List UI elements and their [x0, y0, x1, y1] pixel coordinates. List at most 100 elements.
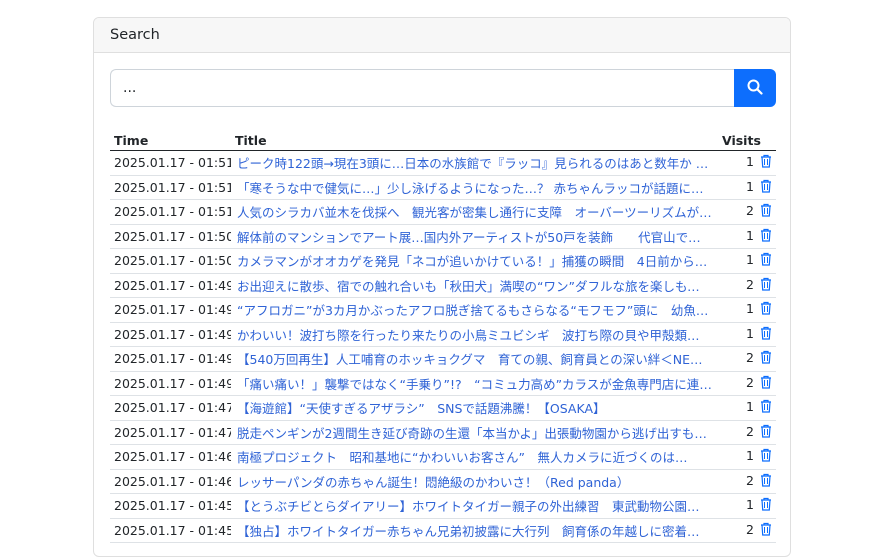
row-time: 2025.01.17 - 01:50 — [110, 248, 231, 274]
table-row: 2025.01.17 - 01:47 【海遊館】“天使すぎるアザラシ” SNSで話… — [110, 395, 776, 421]
search-input[interactable] — [110, 69, 734, 107]
row-title-cell: 【独占】ホワイトタイガー赤ちゃん兄弟初披露に大行列 飼育係の年越しに密着【めざ… — [231, 518, 716, 543]
row-visits: 2 — [746, 374, 754, 390]
row-title-link[interactable]: 南極プロジェクト 昭和基地に“かわいいお客さん” 無人カメラに近づくのは… — [235, 447, 712, 466]
row-visits: 1 — [746, 227, 754, 243]
row-visits-cell: 1 — [716, 297, 776, 323]
row-title-link[interactable]: 【独占】ホワイトタイガー赤ちゃん兄弟初披露に大行列 飼育係の年越しに密着【めざ… — [235, 521, 712, 540]
row-title-link[interactable]: レッサーパンダの赤ちゃん誕生！悶絶級のかわいさ！（Red panda） — [235, 472, 712, 491]
trash-icon[interactable] — [760, 473, 772, 490]
row-title-link[interactable]: 【とうぶチビとらダイアリー】ホワイトタイガー親子の外出練習 東武動物公園 公式Y… — [235, 496, 712, 515]
row-title-cell: かわいい！波打ち際を行ったり来たりの小鳥ミユビシギ 波打ち際の貝や甲殻類を食… — [231, 322, 716, 347]
row-time: 2025.01.17 - 01:51 — [110, 175, 231, 200]
row-time: 2025.01.17 - 01:45 — [110, 493, 231, 519]
row-title-cell: 【とうぶチビとらダイアリー】ホワイトタイガー親子の外出練習 東武動物公園 公式Y… — [231, 493, 716, 519]
row-title-link[interactable]: 脱走ペンギンが2週間生き延び奇跡の生還「本当かよ」出張動物園から逃げ出すも見… — [235, 423, 712, 442]
row-time: 2025.01.17 - 01:51 — [110, 199, 231, 225]
trash-icon[interactable] — [760, 203, 772, 220]
row-visits: 2 — [746, 521, 754, 537]
row-visits: 2 — [746, 472, 754, 488]
row-title-cell: 人気のシラカバ並木を伐採へ 観光客が密集し通行に支障 オーバーツーリズムが問… — [231, 199, 716, 225]
trash-icon[interactable] — [760, 399, 772, 416]
row-title-cell: “アフロガニ”が3カ月かぶったアフロ脱ぎ捨てるもさらなる“モフモフ”頭に 幼魚水… — [231, 297, 716, 323]
row-title-link[interactable]: ピーク時122頭→現在3頭に…日本の水族館で『ラッコ』見られるのはあと数年か 背… — [235, 153, 712, 172]
table-row: 2025.01.17 - 01:49 お出迎えに散歩、宿での触れ合いも「秋田犬」満… — [110, 273, 776, 298]
row-title-link[interactable]: 人気のシラカバ並木を伐採へ 観光客が密集し通行に支障 オーバーツーリズムが問… — [235, 202, 712, 221]
row-visits: 1 — [746, 497, 754, 513]
table-row: 2025.01.17 - 01:46 南極プロジェクト 昭和基地に“かわいいお客さ… — [110, 444, 776, 470]
trash-icon[interactable] — [760, 497, 772, 514]
trash-icon[interactable] — [760, 228, 772, 245]
row-title-cell: 「痛い痛い！」襲撃ではなく“手乗り”!? “コミュ力高め”カラスが金魚専門店に連… — [231, 371, 716, 396]
row-time: 2025.01.17 - 01:49 — [110, 346, 231, 372]
row-time: 2025.01.17 - 01:45 — [110, 518, 231, 543]
row-title-link[interactable]: 【540万回再生】人工哺育のホッキョクグマ 育ての親、飼育員との深い絆＜NEWS… — [235, 349, 712, 368]
search-button[interactable] — [734, 69, 776, 107]
row-title-link[interactable]: かわいい！波打ち際を行ったり来たりの小鳥ミユビシギ 波打ち際の貝や甲殻類を食… — [235, 325, 712, 344]
row-visits-cell: 1 — [716, 395, 776, 421]
trash-icon[interactable] — [760, 277, 772, 294]
column-header-visits: Visits — [716, 124, 776, 151]
row-visits-cell: 1 — [716, 493, 776, 519]
row-title-link[interactable]: 「痛い痛い！」襲撃ではなく“手乗り”!? “コミュ力高め”カラスが金魚専門店に連… — [235, 374, 712, 393]
table-row: 2025.01.17 - 01:51 「寒そうな中で健気に…」少し泳げるようになっ… — [110, 175, 776, 200]
row-title-link[interactable]: 「寒そうな中で健気に…」少し泳げるようになった…？ 赤ちゃんラッコが話題に 北海… — [235, 178, 712, 197]
row-visits-cell: 2 — [716, 469, 776, 494]
row-title-cell: 脱走ペンギンが2週間生き延び奇跡の生還「本当かよ」出張動物園から逃げ出すも見… — [231, 420, 716, 445]
row-visits-cell: 1 — [716, 248, 776, 274]
results-table: Time Title Visits 2025.01.17 - 01:51 ピーク時… — [110, 124, 776, 543]
table-header-row: Time Title Visits — [110, 124, 776, 151]
trash-icon[interactable] — [760, 326, 772, 343]
trash-icon[interactable] — [760, 522, 772, 539]
row-time: 2025.01.17 - 01:49 — [110, 273, 231, 298]
row-visits-cell: 1 — [716, 175, 776, 200]
row-visits: 1 — [746, 252, 754, 268]
row-title-link[interactable]: “アフロガニ”が3カ月かぶったアフロ脱ぎ捨てるもさらなる“モフモフ”頭に 幼魚水… — [235, 300, 712, 319]
row-visits-cell: 1 — [716, 444, 776, 470]
table-row: 2025.01.17 - 01:45 【とうぶチビとらダイアリー】ホワイトタイガー… — [110, 493, 776, 519]
table-row: 2025.01.17 - 01:49 【540万回再生】人工哺育のホッキョクグマ … — [110, 346, 776, 372]
row-visits: 2 — [746, 203, 754, 219]
trash-icon[interactable] — [760, 154, 772, 171]
row-visits: 1 — [746, 399, 754, 415]
trash-icon[interactable] — [760, 179, 772, 196]
search-bar — [110, 69, 776, 107]
trash-icon[interactable] — [760, 375, 772, 392]
row-time: 2025.01.17 - 01:46 — [110, 444, 231, 470]
trash-icon[interactable] — [760, 252, 772, 269]
row-title-link[interactable]: お出迎えに散歩、宿での触れ合いも「秋田犬」満喫の“ワン”ダフルな旅を楽しもう！ … — [235, 276, 712, 295]
trash-icon[interactable] — [760, 424, 772, 441]
row-title-link[interactable]: カメラマンがオオカゲを発見「ネコが追いかけている！」捕獲の瞬間 4日前から騒動に… — [235, 251, 712, 270]
trash-icon[interactable] — [760, 350, 772, 367]
search-icon — [747, 79, 763, 98]
column-header-time: Time — [110, 124, 231, 151]
row-visits-cell: 1 — [716, 150, 776, 176]
row-title-cell: ピーク時122頭→現在3頭に…日本の水族館で『ラッコ』見られるのはあと数年か 背… — [231, 150, 716, 176]
row-title-link[interactable]: 【海遊館】“天使すぎるアザラシ” SNSで話題沸騰！【OSAKA】 — [235, 398, 712, 417]
row-visits-cell: 1 — [716, 322, 776, 347]
table-row: 2025.01.17 - 01:46 レッサーパンダの赤ちゃん誕生！悶絶級のかわい… — [110, 469, 776, 494]
row-visits: 1 — [746, 325, 754, 341]
row-time: 2025.01.17 - 01:51 — [110, 150, 231, 176]
row-visits: 1 — [746, 154, 754, 170]
column-header-title: Title — [231, 124, 716, 151]
row-title-cell: お出迎えに散歩、宿での触れ合いも「秋田犬」満喫の“ワン”ダフルな旅を楽しもう！ … — [231, 273, 716, 298]
trash-icon[interactable] — [760, 301, 772, 318]
row-time: 2025.01.17 - 01:47 — [110, 420, 231, 445]
row-visits: 2 — [746, 276, 754, 292]
search-card: Search Time Title Visits 2025.01.17 - 01… — [93, 17, 791, 557]
table-row: 2025.01.17 - 01:45 【独占】ホワイトタイガー赤ちゃん兄弟初披露に… — [110, 518, 776, 543]
row-title-cell: 【海遊館】“天使すぎるアザラシ” SNSで話題沸騰！【OSAKA】 — [231, 395, 716, 421]
row-visits-cell: 2 — [716, 420, 776, 445]
table-row: 2025.01.17 - 01:50 カメラマンがオオカゲを発見「ネコが追いかけて… — [110, 248, 776, 274]
row-title-link[interactable]: 解体前のマンションでアート展…国内外アーティストが50戸を装飾 代官山で「アート… — [235, 227, 712, 246]
row-visits: 1 — [746, 178, 754, 194]
row-visits: 1 — [746, 448, 754, 464]
row-visits-cell: 2 — [716, 273, 776, 298]
table-row: 2025.01.17 - 01:47 脱走ペンギンが2週間生き延び奇跡の生還「本当… — [110, 420, 776, 445]
row-title-cell: 南極プロジェクト 昭和基地に“かわいいお客さん” 無人カメラに近づくのは… — [231, 444, 716, 470]
row-title-cell: レッサーパンダの赤ちゃん誕生！悶絶級のかわいさ！（Red panda） — [231, 469, 716, 494]
trash-icon[interactable] — [760, 448, 772, 465]
row-time: 2025.01.17 - 01:50 — [110, 224, 231, 249]
row-title-cell: 【540万回再生】人工哺育のホッキョクグマ 育ての親、飼育員との深い絆＜NEWS… — [231, 346, 716, 372]
